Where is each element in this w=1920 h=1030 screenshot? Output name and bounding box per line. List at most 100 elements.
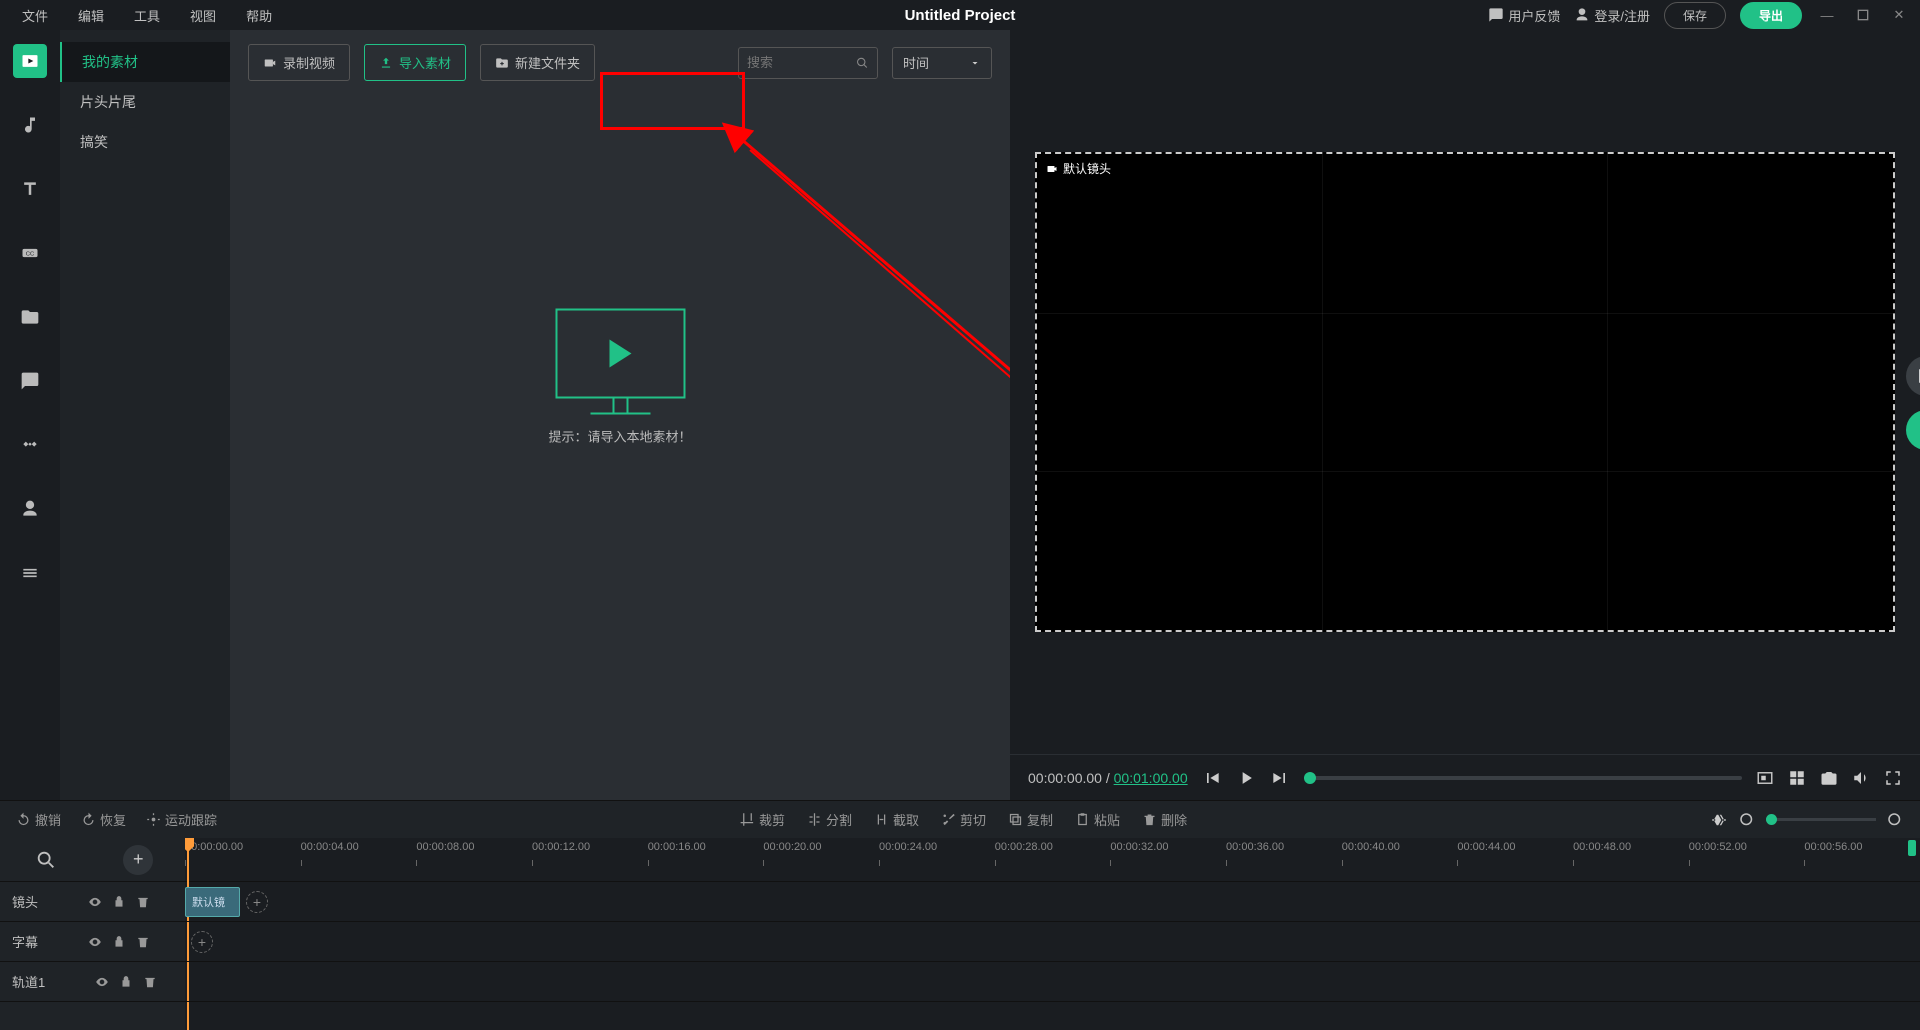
save-button[interactable]: 保存 [1664, 2, 1726, 29]
scissors-button[interactable]: 剪切 [941, 810, 986, 829]
menu-edit[interactable]: 编辑 [66, 2, 116, 29]
safe-zone-button[interactable] [1906, 356, 1920, 396]
lock-button[interactable] [1906, 410, 1920, 450]
delete-button[interactable]: 删除 [1142, 810, 1187, 829]
zoom-out-button[interactable] [1738, 811, 1756, 829]
track-name-track1: 轨道1 [12, 972, 45, 991]
track-subtitle[interactable]: + [185, 922, 1920, 962]
timeline-toolbar: 撤销 恢复 运动跟踪 裁剪 分割 截取 剪切 复制 粘贴 删除 [0, 800, 1920, 838]
undo-button[interactable]: 撤销 [16, 810, 61, 829]
ruler-tick: 00:00:24.00 [879, 838, 995, 881]
monitor-icon [555, 308, 685, 398]
rail-effects-icon[interactable] [13, 428, 47, 462]
preview-area: 默认镜头 [1010, 30, 1920, 754]
lock-icon[interactable] [112, 895, 126, 909]
feedback-link[interactable]: 用户反馈 [1488, 6, 1560, 25]
window-close-button[interactable]: ✕ [1888, 4, 1910, 26]
grid-toggle-button[interactable] [1788, 769, 1806, 787]
category-intro-outro[interactable]: 片头片尾 [60, 82, 230, 122]
motion-track-button[interactable]: 运动跟踪 [146, 810, 217, 829]
trash-icon[interactable] [136, 935, 150, 949]
trash-icon[interactable] [143, 975, 157, 989]
visibility-icon[interactable] [88, 935, 102, 949]
volume-button[interactable] [1852, 769, 1870, 787]
empty-media-state: 提示：请导入本地素材！ [548, 308, 691, 445]
play-button[interactable] [1236, 768, 1256, 788]
sort-dropdown[interactable]: 时间 [892, 47, 992, 79]
lock-icon[interactable] [112, 935, 126, 949]
lock-icon[interactable] [119, 975, 133, 989]
add-track-button[interactable]: + [123, 845, 153, 875]
new-folder-label: 新建文件夹 [515, 53, 580, 72]
progress-slider[interactable] [1304, 776, 1742, 780]
split-button[interactable]: 分割 [807, 810, 852, 829]
rail-comment-icon[interactable] [13, 364, 47, 398]
rail-audio-icon[interactable] [13, 108, 47, 142]
trash-icon[interactable] [136, 895, 150, 909]
timeline-ruler[interactable]: 00:00:00.00 00:00:04.00 00:00:08.00 00:0… [185, 838, 1920, 882]
menu-tools[interactable]: 工具 [122, 2, 172, 29]
ruler-tick: 00:00:08.00 [416, 838, 532, 881]
category-funny[interactable]: 搞笑 [60, 122, 230, 162]
login-link[interactable]: 登录/注册 [1574, 6, 1650, 25]
zoom-in-button[interactable] [1886, 811, 1904, 829]
search-input[interactable] [747, 55, 856, 70]
timeline-magnifier-icon[interactable] [32, 846, 60, 874]
track-header-subtitle[interactable]: 字幕 [0, 922, 185, 962]
new-folder-button[interactable]: 新建文件夹 [480, 44, 595, 81]
import-media-button[interactable]: 导入素材 [364, 44, 466, 81]
sort-label: 时间 [903, 53, 929, 72]
add-clip-button[interactable]: + [191, 931, 213, 953]
ruler-tick: 00:00:52.00 [1689, 838, 1805, 881]
track-header-track1[interactable]: 轨道1 [0, 962, 185, 1002]
preview-canvas[interactable]: 默认镜头 [1035, 152, 1895, 632]
timeline-end-marker[interactable] [1908, 840, 1916, 856]
rail-media-icon[interactable] [13, 44, 47, 78]
search-box[interactable] [738, 47, 878, 79]
fit-timeline-button[interactable] [1710, 811, 1728, 829]
ruler-tick: 00:00:48.00 [1573, 838, 1689, 881]
ruler-tick: 00:00:28.00 [995, 838, 1111, 881]
zoom-slider[interactable] [1766, 818, 1876, 821]
visibility-icon[interactable] [88, 895, 102, 909]
copy-button[interactable]: 复制 [1008, 810, 1053, 829]
record-icon [263, 56, 277, 70]
rail-subtitle-icon[interactable]: CC [13, 236, 47, 270]
clip-default-camera[interactable]: 默认镜 [185, 887, 240, 917]
menu-bar: 文件 编辑 工具 视图 帮助 Untitled Project 用户反馈 登录/… [0, 0, 1920, 30]
prev-frame-button[interactable] [1202, 768, 1222, 788]
ruler-tick: 00:00:04.00 [301, 838, 417, 881]
ruler-tick: 00:00:40.00 [1342, 838, 1458, 881]
snapshot-button[interactable] [1820, 769, 1838, 787]
next-frame-button[interactable] [1270, 768, 1290, 788]
visibility-icon[interactable] [95, 975, 109, 989]
track-1[interactable] [185, 962, 1920, 1002]
rail-settings-icon[interactable] [13, 556, 47, 590]
category-my-media[interactable]: 我的素材 [60, 42, 230, 82]
cut-range-button[interactable]: 截取 [874, 810, 919, 829]
folder-plus-icon [495, 56, 509, 70]
menu-help[interactable]: 帮助 [234, 2, 284, 29]
category-list: 我的素材 片头片尾 搞笑 [60, 30, 230, 800]
track-header-camera[interactable]: 镜头 [0, 882, 185, 922]
add-clip-button[interactable]: + [246, 891, 268, 913]
camera-label: 默认镜头 [1045, 160, 1111, 177]
track-camera[interactable]: 默认镜 + [185, 882, 1920, 922]
export-button[interactable]: 导出 [1740, 2, 1802, 29]
timeline-tracks-area[interactable]: 00:00:00.00 00:00:04.00 00:00:08.00 00:0… [185, 838, 1920, 1030]
record-video-button[interactable]: 录制视频 [248, 44, 350, 81]
crop-button[interactable]: 裁剪 [740, 810, 785, 829]
rail-folder-icon[interactable] [13, 300, 47, 334]
rail-user-icon[interactable] [13, 492, 47, 526]
menu-view[interactable]: 视图 [178, 2, 228, 29]
redo-button[interactable]: 恢复 [81, 810, 126, 829]
menu-file[interactable]: 文件 [10, 2, 60, 29]
media-panel: 录制视频 导入素材 新建文件夹 时间 [230, 30, 1010, 800]
window-minimize-button[interactable]: — [1816, 4, 1838, 26]
rail-text-icon[interactable] [13, 172, 47, 206]
screenshot-to-panel-button[interactable] [1756, 769, 1774, 787]
window-maximize-button[interactable] [1852, 4, 1874, 26]
paste-button[interactable]: 粘贴 [1075, 810, 1120, 829]
fullscreen-button[interactable] [1884, 769, 1902, 787]
total-time[interactable]: 00:01:00.00 [1114, 770, 1188, 786]
